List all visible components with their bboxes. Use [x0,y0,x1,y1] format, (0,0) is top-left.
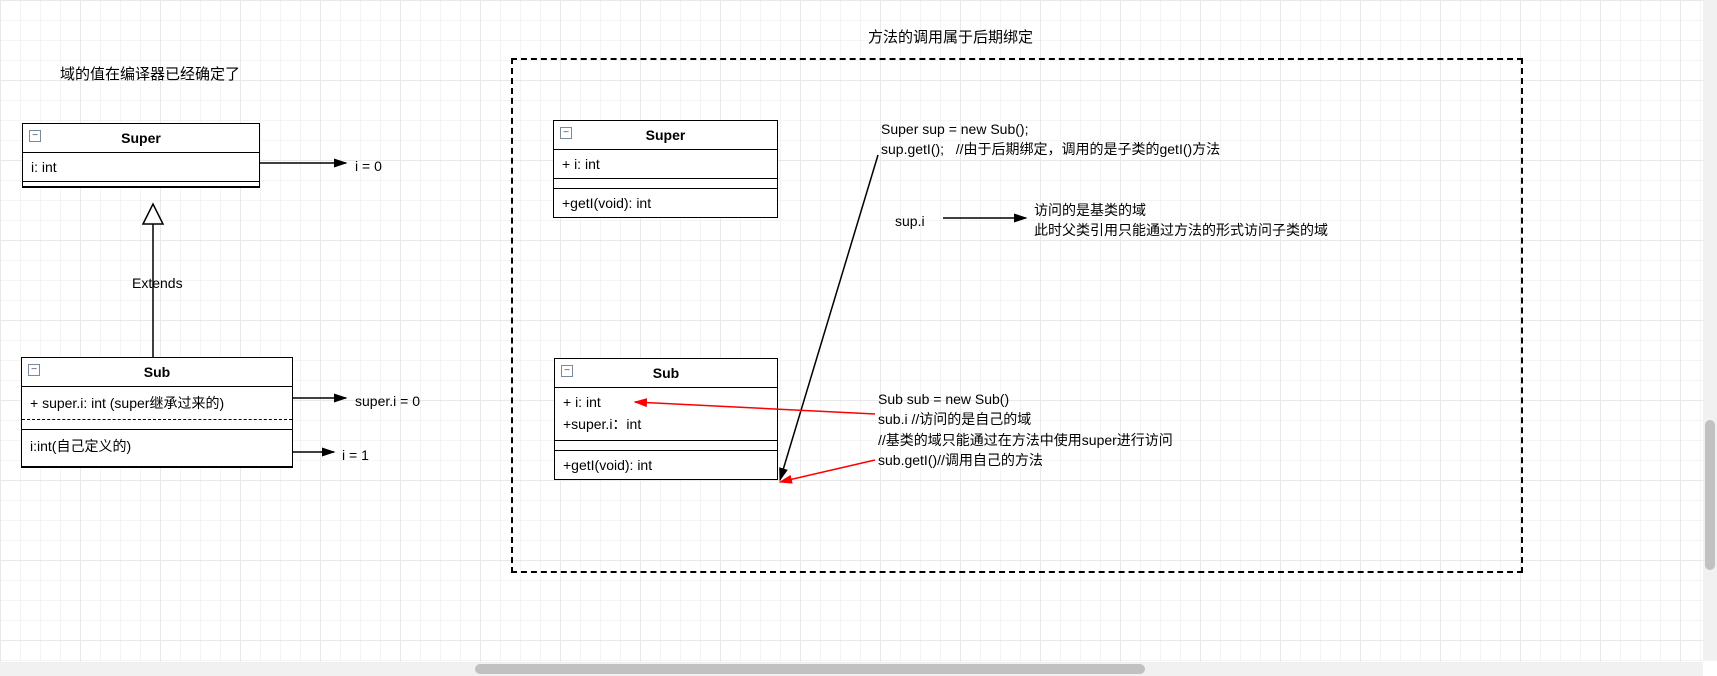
label-extends: Extends [132,273,183,293]
uml-divider [555,441,777,451]
horizontal-scrollbar[interactable] [0,662,1703,676]
uml-sub-right-title: − Sub [555,359,777,388]
collapse-icon[interactable]: − [560,127,572,139]
code-line: //基类的域只能通过在方法中使用super进行访问 [878,432,1173,448]
sup-i-note: 访问的是基类的域 此时父类引用只能通过方法的形式访问子类的域 [1034,200,1328,241]
uml-sub-left-title: − Sub [22,358,292,387]
code-line: Super sup = new Sub(); [881,121,1028,137]
uml-sub-right-method: +getI(void): int [555,451,777,479]
uml-divider [23,182,259,187]
uml-super-right-field: + i: int [554,150,777,179]
note-line: 此时父类引用只能通过方法的形式访问子类的域 [1034,222,1328,238]
uml-sub-left-field1: + super.i: int (super继承过来的) [22,387,292,420]
uml-super-left-title: − Super [23,124,259,153]
uml-sub-right-field1: + i: int [555,388,777,412]
uml-divider [22,462,292,467]
uml-sub-left[interactable]: − Sub + super.i: int (super继承过来的) i:int(… [21,357,293,468]
code-sup-decl: Super sup = new Sub(); sup.getI(); //由于后… [881,119,1220,160]
label-sup-i: sup.i [895,211,925,231]
class-name: Super [121,130,161,146]
uml-divider [554,179,777,189]
uml-super-right-title: − Super [554,121,777,150]
uml-super-left-field: i: int [23,153,259,182]
code-sub-block: Sub sub = new Sub() sub.i //访问的是自己的域 //基… [878,389,1173,470]
scrollbar-thumb[interactable] [475,664,1145,674]
label-i-equals-0: i = 0 [355,156,382,176]
code-line: sup.getI(); [881,141,944,157]
left-caption: 域的值在编译器已经确定了 [60,63,240,84]
collapse-icon[interactable]: − [561,365,573,377]
note-line: 访问的是基类的域 [1034,202,1146,218]
uml-sub-right-field2: +super.i：int [555,412,777,441]
uml-divider [22,420,292,430]
class-name: Sub [144,364,170,380]
code-line: sub.getI()//调用自己的方法 [878,452,1043,468]
uml-super-right[interactable]: − Super + i: int +getI(void): int [553,120,778,218]
code-line: sub.i //访问的是自己的域 [878,411,1031,427]
right-caption: 方法的调用属于后期绑定 [868,26,1033,47]
uml-sub-left-field2: i:int(自己定义的) [22,430,292,462]
scrollbar-thumb[interactable] [1705,420,1715,570]
collapse-icon[interactable]: − [29,130,41,142]
uml-sub-right[interactable]: − Sub + i: int +super.i：int +getI(void):… [554,358,778,480]
uml-super-left[interactable]: − Super i: int [22,123,260,188]
class-name: Sub [653,365,679,381]
uml-super-right-method: +getI(void): int [554,189,777,217]
label-i-equals-1: i = 1 [342,445,369,465]
class-name: Super [646,127,686,143]
collapse-icon[interactable]: − [28,364,40,376]
code-line: Sub sub = new Sub() [878,391,1009,407]
label-super-i: super.i = 0 [355,391,420,411]
vertical-scrollbar[interactable] [1703,0,1717,660]
code-comment: //由于后期绑定，调用的是子类的getI()方法 [956,141,1220,157]
